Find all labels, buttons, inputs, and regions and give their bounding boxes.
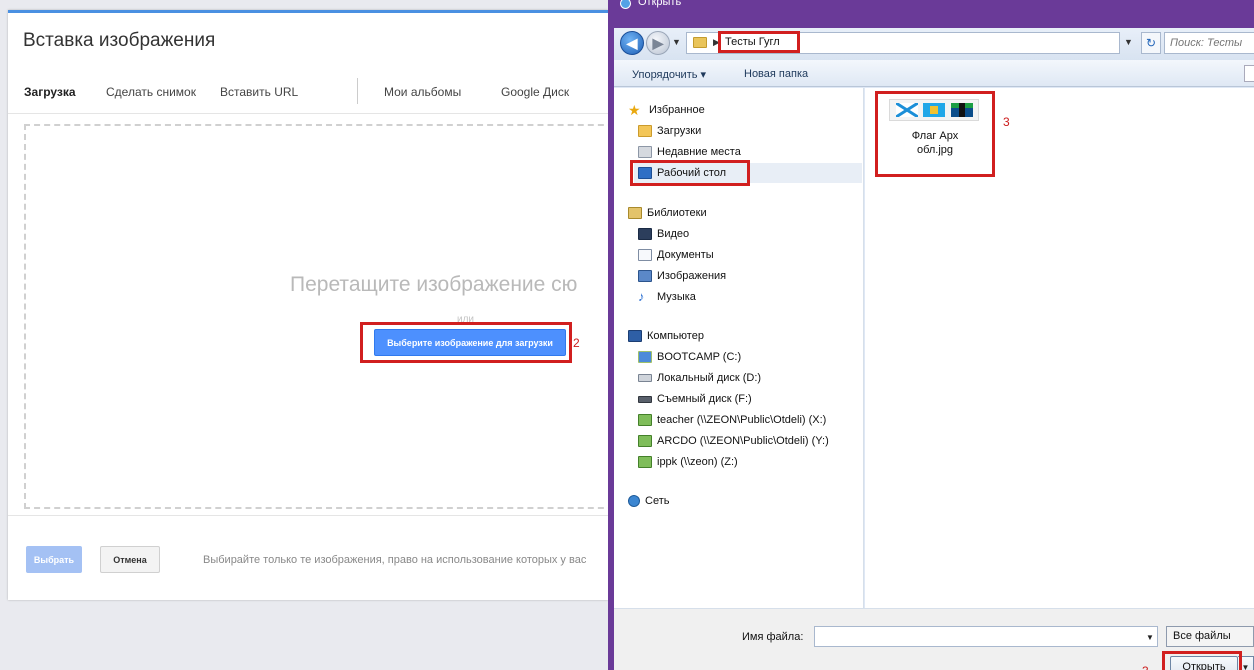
dialog-footer: Выбрать Отмена Выбирайте только те изобр… — [8, 515, 608, 600]
nav-recent-places[interactable]: Недавние места — [638, 142, 741, 162]
documents-icon — [638, 249, 652, 261]
breadcrumb[interactable]: ▶ Тесты Гугл — [686, 32, 1120, 54]
flag-thumbnail-3 — [950, 103, 973, 117]
file-open-dialog: Открыть ◀ ▶ ▼ ▶ Тесты Гугл ▼ ↻ Упорядочи… — [608, 0, 1254, 670]
select-button[interactable]: Выбрать — [26, 546, 82, 573]
dialog-client-area: ◀ ▶ ▼ ▶ Тесты Гугл ▼ ↻ Упорядочить ▾ Нов… — [614, 28, 1254, 670]
choose-image-button[interactable]: Выберите изображение для загрузки — [374, 329, 566, 356]
nav-drive-c[interactable]: BOOTCAMP (C:) — [638, 347, 741, 367]
annotation-number-2: 2 — [573, 336, 580, 350]
image-thumbnail-icon — [889, 99, 979, 121]
tab-paste-url[interactable]: Вставить URL — [220, 85, 298, 99]
file-name: Флаг Арх обл.jpg — [911, 130, 959, 156]
dialog-top-line — [8, 10, 608, 13]
flag-thumbnail-2 — [923, 103, 945, 117]
removable-drive-icon — [638, 395, 652, 403]
command-toolbar: Упорядочить ▾ Новая папка — [614, 60, 1254, 87]
annotation-number-3-file: 3 — [1003, 115, 1010, 129]
file-list: Флаг Арх обл.jpg 3 — [865, 88, 1254, 608]
folder-icon — [693, 37, 707, 48]
images-icon — [638, 270, 652, 282]
tab-upload[interactable]: Загрузка — [24, 85, 76, 99]
window-title: Открыть — [638, 0, 682, 8]
network-drive-icon — [638, 456, 652, 468]
insert-image-dialog: Вставка изображения Загрузка Сделать сни… — [8, 10, 624, 600]
video-icon — [638, 228, 652, 240]
nav-drive-f[interactable]: Съемный диск (F:) — [638, 389, 752, 409]
hard-drive-icon — [638, 374, 652, 382]
nav-images[interactable]: Изображения — [638, 266, 726, 286]
downloads-folder-icon — [638, 125, 652, 137]
breadcrumb-current-folder[interactable]: Тесты Гугл — [725, 36, 780, 48]
file-item-flag-jpg[interactable]: Флаг Арх обл.jpg — [879, 93, 991, 175]
navigation-pane: ★ Избранное Загрузки Недавние места Рабоч… — [614, 88, 864, 608]
tab-bar: Загрузка Сделать снимок Вставить URL Мои… — [8, 70, 608, 114]
breadcrumb-chevron-icon[interactable]: ▶ — [713, 37, 720, 48]
dialog-title: Вставка изображения — [23, 30, 216, 51]
recent-places-icon — [638, 146, 652, 158]
new-folder-button[interactable]: Новая папка — [744, 68, 808, 80]
app-icon — [620, 0, 631, 9]
nav-network-drive-x[interactable]: teacher (\\ZEON\Public\Otdeli) (X:) — [638, 410, 826, 430]
flag-thumbnail-1 — [895, 103, 918, 117]
file-type-select[interactable]: Все файлы — [1166, 626, 1254, 647]
desktop-icon — [638, 167, 652, 179]
nav-libraries[interactable]: Библиотеки — [628, 203, 707, 223]
network-icon — [628, 495, 640, 507]
tab-my-albums[interactable]: Мои альбомы — [384, 85, 461, 99]
back-arrow-icon[interactable]: ◀ — [620, 31, 644, 55]
nav-computer[interactable]: Компьютер — [628, 326, 704, 346]
forward-arrow-icon[interactable]: ▶ — [646, 31, 670, 55]
or-separator: или — [457, 314, 475, 325]
dialog-bottom-panel: Имя файла: ▼ Все файлы Открыть ▼ 3 — [614, 608, 1254, 670]
nav-network[interactable]: Сеть — [628, 491, 669, 511]
search-input[interactable] — [1164, 32, 1254, 54]
tab-divider — [357, 78, 358, 104]
window-titlebar: Открыть — [614, 0, 1254, 28]
usage-rights-hint: Выбирайте только те изображения, право н… — [203, 554, 587, 566]
nav-favorites[interactable]: ★ Избранное — [628, 100, 705, 120]
drop-zone[interactable] — [24, 124, 624, 509]
cancel-button[interactable]: Отмена — [100, 546, 160, 573]
filename-dropdown-icon[interactable]: ▼ — [1146, 633, 1154, 642]
open-split-arrow-icon[interactable]: ▼ — [1238, 656, 1254, 670]
network-drive-icon — [638, 435, 652, 447]
nav-desktop[interactable]: Рабочий стол — [634, 163, 862, 183]
nav-drive-d[interactable]: Локальный диск (D:) — [638, 368, 761, 388]
address-bar: ◀ ▶ ▼ ▶ Тесты Гугл ▼ ↻ — [614, 28, 1254, 60]
star-icon: ★ — [628, 102, 641, 118]
annotation-number-3-open: 3 — [1142, 664, 1149, 670]
network-drive-icon — [638, 414, 652, 426]
organize-menu[interactable]: Упорядочить ▾ — [632, 68, 706, 81]
tab-take-snapshot[interactable]: Сделать снимок — [106, 85, 196, 99]
address-dropdown-icon[interactable]: ▼ — [1124, 37, 1133, 47]
libraries-icon — [628, 207, 642, 219]
open-button[interactable]: Открыть — [1170, 656, 1238, 670]
nav-music[interactable]: ♪ Музыка — [638, 287, 696, 307]
filename-input[interactable] — [814, 626, 1158, 647]
computer-icon — [628, 330, 642, 342]
nav-video[interactable]: Видео — [638, 224, 689, 244]
system-drive-icon — [638, 351, 652, 363]
nav-downloads[interactable]: Загрузки — [638, 121, 701, 141]
filename-label: Имя файла: — [742, 631, 804, 643]
tab-google-drive[interactable]: Google Диск — [501, 85, 569, 99]
nav-documents[interactable]: Документы — [638, 245, 714, 265]
refresh-icon[interactable]: ↻ — [1141, 32, 1161, 54]
drop-zone-text: Перетащите изображение сю — [290, 273, 578, 296]
nav-network-drive-z[interactable]: ippk (\\zeon) (Z:) — [638, 452, 738, 472]
history-dropdown-icon[interactable]: ▼ — [672, 37, 681, 47]
music-note-icon: ♪ — [638, 289, 645, 304]
nav-network-drive-y[interactable]: ARCDO (\\ZEON\Public\Otdeli) (Y:) — [638, 431, 829, 451]
view-options-edge[interactable] — [1244, 65, 1254, 82]
